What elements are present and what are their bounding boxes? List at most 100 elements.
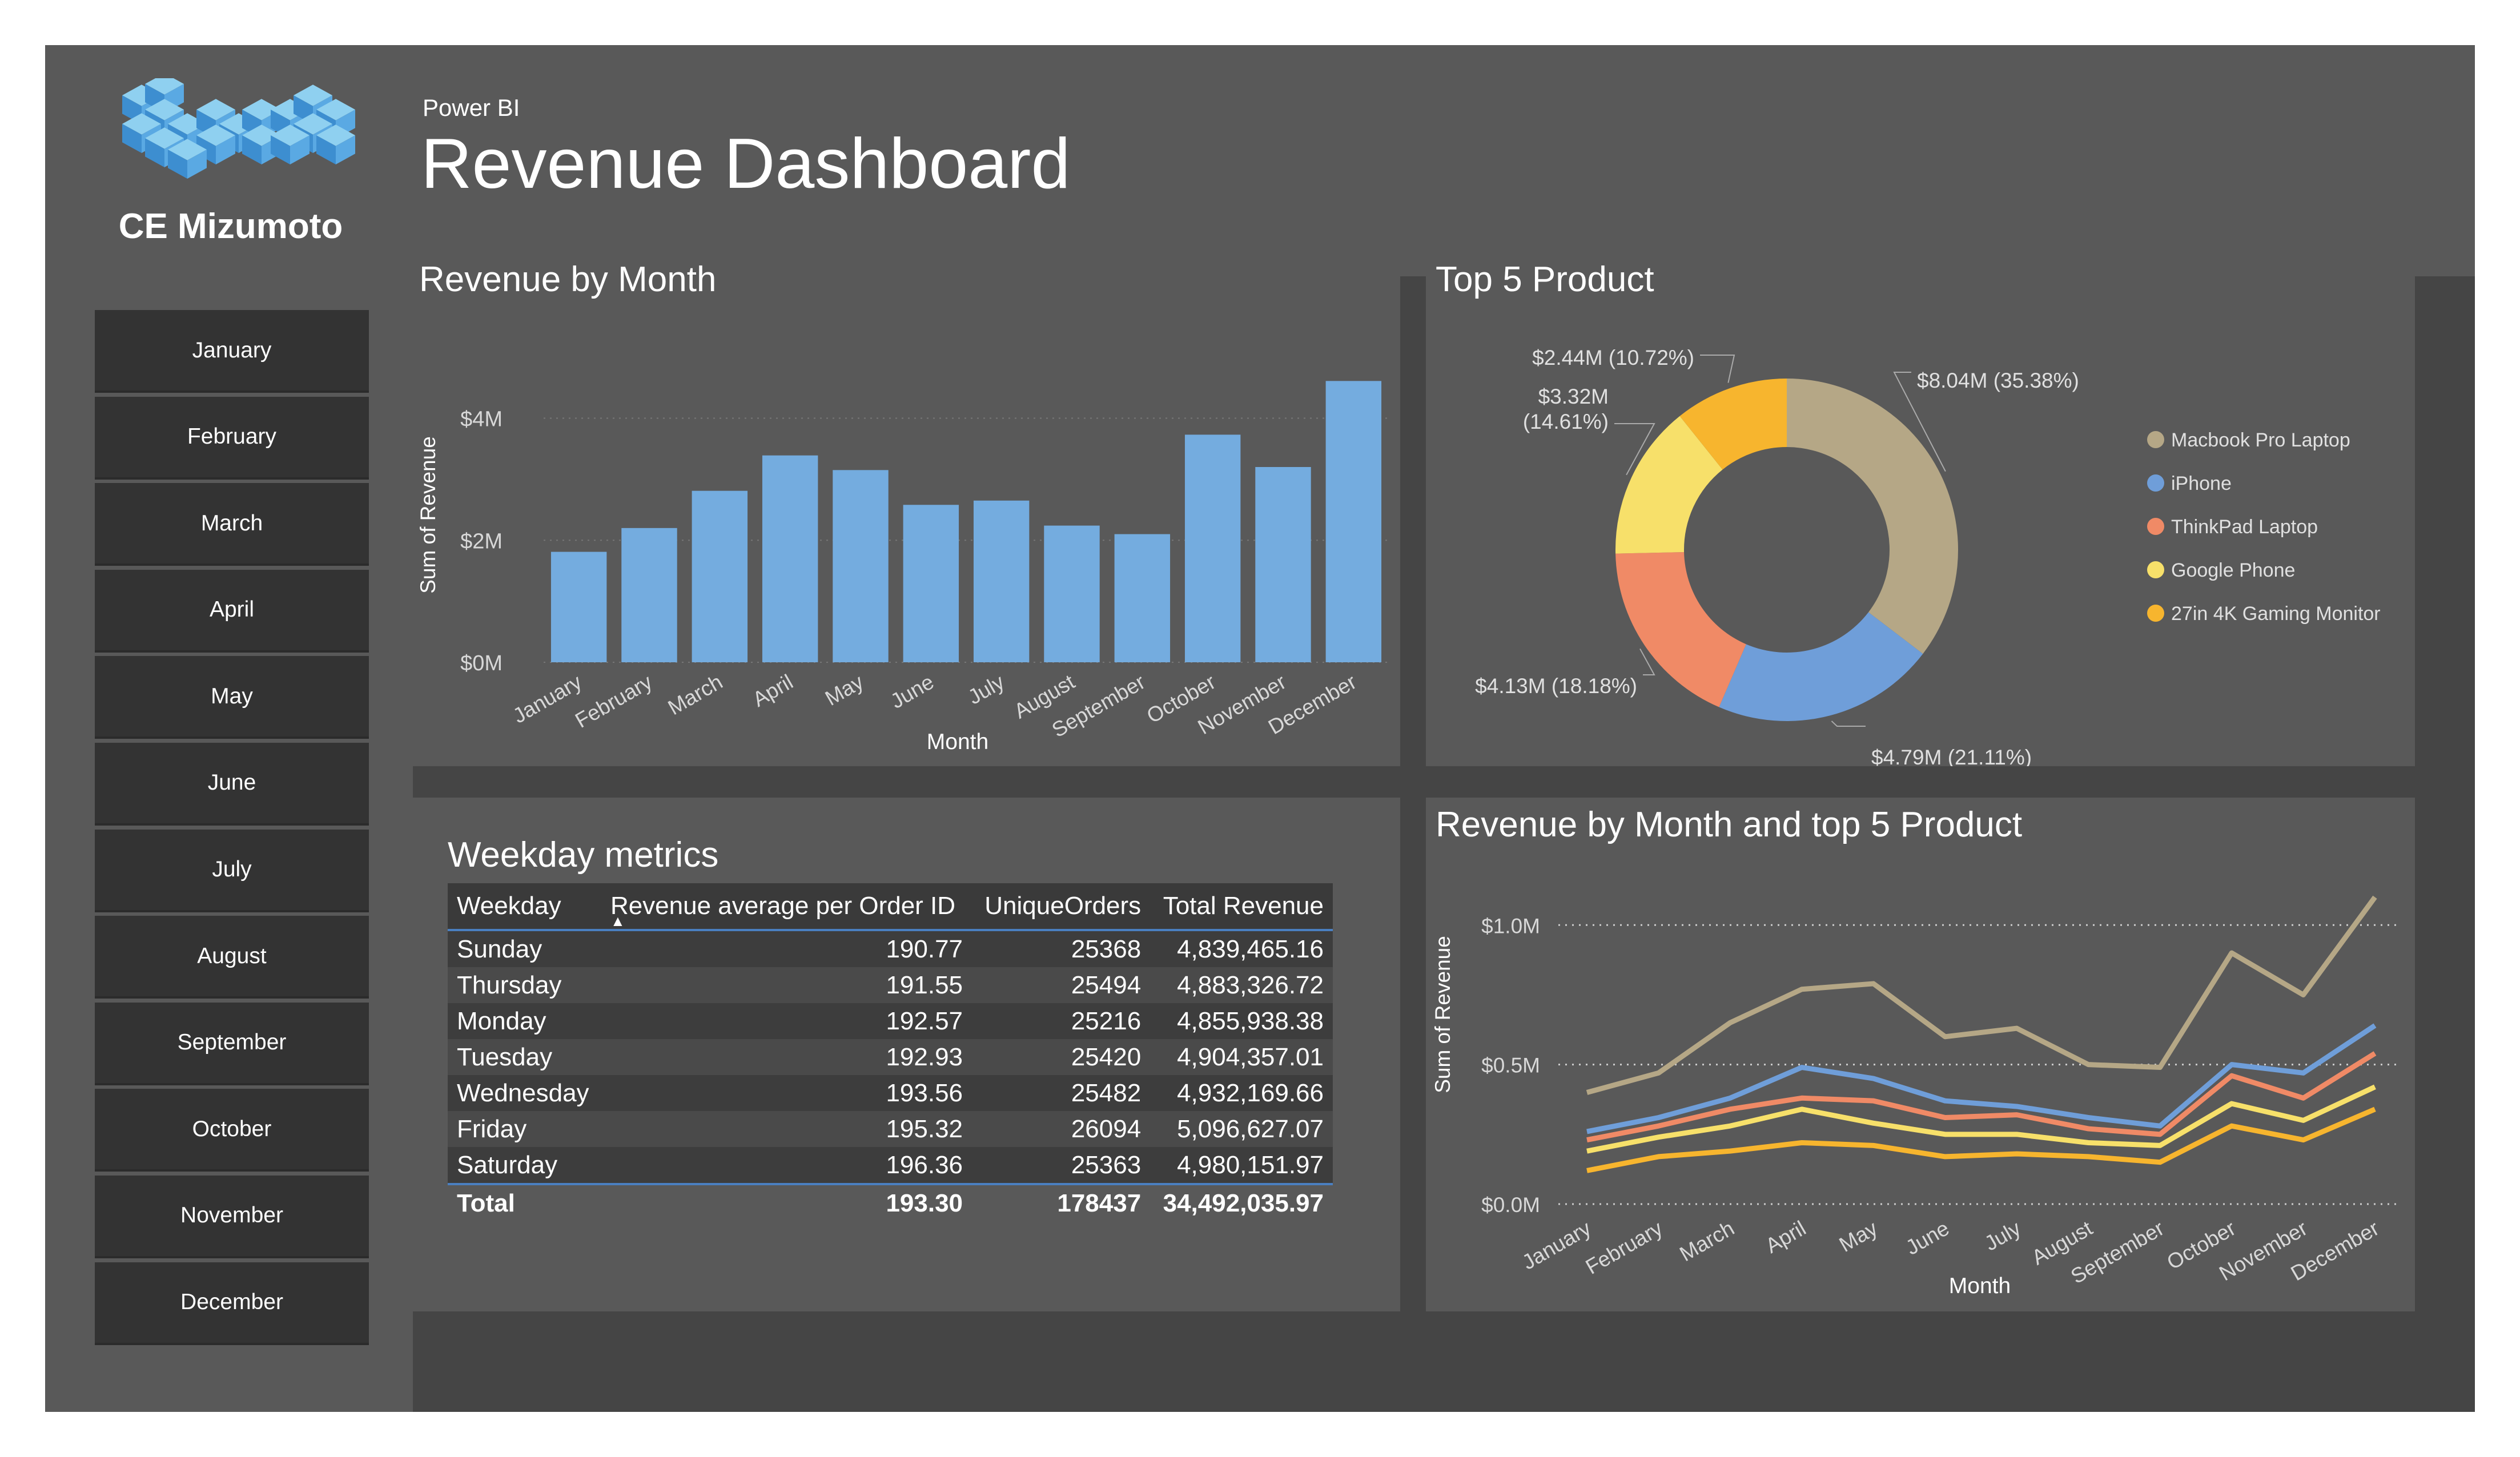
bar[interactable] bbox=[903, 505, 959, 662]
bar[interactable] bbox=[1114, 534, 1171, 662]
legend-marker bbox=[2147, 605, 2164, 622]
bar[interactable] bbox=[762, 455, 818, 662]
x-axis-label: Month bbox=[1949, 1274, 2011, 1298]
cell-weekday: Thursday bbox=[448, 967, 601, 1003]
top5-product-panel[interactable]: Top 5 Product $8.04M (35.38%) Macbook Pro… bbox=[1426, 252, 2415, 766]
x-tick-label: February bbox=[571, 670, 656, 732]
table-total-row: Total 193.30 178437 34,492,035.97 bbox=[448, 1184, 1333, 1221]
series-line[interactable] bbox=[1586, 1084, 2376, 1154]
x-tick-label: April bbox=[749, 670, 797, 711]
slice-label: $3.32M bbox=[1538, 385, 1609, 408]
month-button-march[interactable]: March bbox=[95, 483, 369, 564]
legend-label[interactable]: Macbook Pro Laptop bbox=[2171, 429, 2350, 451]
x-axis-label: Month bbox=[927, 730, 988, 754]
cell-unique-orders: 25368 bbox=[972, 930, 1151, 967]
slice-label: $4.13M (18.18%) bbox=[1475, 674, 1637, 698]
revenue-line-panel[interactable]: Revenue by Month and top 5 Product $0.0M… bbox=[1426, 798, 2415, 1311]
dashboard-title: Revenue Dashboard bbox=[421, 124, 1071, 203]
month-slicer: January February March April May June July Augu… bbox=[95, 310, 369, 1349]
col-unique-orders[interactable]: UniqueOrders bbox=[972, 883, 1151, 930]
bar[interactable] bbox=[1255, 467, 1311, 662]
y-tick-label: $0.0M bbox=[1481, 1193, 1540, 1217]
month-button-february[interactable]: February bbox=[95, 396, 369, 477]
cell-weekday: Tuesday bbox=[448, 1039, 601, 1075]
total-unique-orders: 178437 bbox=[972, 1184, 1151, 1221]
legend-label[interactable]: Google Phone bbox=[2171, 560, 2295, 581]
slice-label: $4.79M (21.11%) bbox=[1871, 746, 2032, 766]
cell-total-revenue: 4,932,169.66 bbox=[1150, 1075, 1333, 1111]
header: Power BI Revenue Dashboard bbox=[413, 45, 2475, 276]
cell-total-revenue: 5,096,627.07 bbox=[1150, 1111, 1333, 1147]
sort-ascending-icon[interactable]: ▲ bbox=[610, 912, 625, 930]
legend-marker bbox=[2147, 518, 2164, 535]
month-button-december[interactable]: December bbox=[95, 1262, 369, 1343]
y-tick-label: $0M bbox=[460, 651, 503, 675]
revenue-by-month-panel[interactable]: Revenue by Month $0M $2M $4M January Februar… bbox=[409, 252, 1400, 766]
left-sidebar: CE Mizumoto January February March April May… bbox=[45, 45, 413, 1412]
col-revenue-avg[interactable]: Revenue average per Order ID ▲ bbox=[601, 883, 972, 930]
cell-total-revenue: 4,883,326.72 bbox=[1150, 967, 1333, 1003]
line-chart: $0.0M $0.5M $1.0M JanuaryFebruary March April… bbox=[1431, 895, 2398, 1298]
leader-line bbox=[1831, 721, 1866, 727]
col-total-revenue[interactable]: Total Revenue bbox=[1150, 883, 1333, 930]
company-logo: CE Mizumoto bbox=[99, 73, 362, 249]
bar-chart: $0M $2M $4M JanuaryFebruary March April May Jun… bbox=[416, 381, 1389, 754]
total-label: Total bbox=[448, 1184, 601, 1221]
month-button-june[interactable]: June bbox=[95, 742, 369, 823]
legend-marker bbox=[2147, 474, 2164, 492]
legend-marker bbox=[2147, 561, 2164, 578]
month-button-july[interactable]: July bbox=[95, 829, 369, 910]
table-row: Monday 192.57 25216 4,855,938.38 bbox=[448, 1003, 1333, 1039]
legend-label[interactable]: iPhone bbox=[2171, 473, 2232, 494]
bar[interactable] bbox=[973, 500, 1030, 662]
bar[interactable] bbox=[1325, 381, 1382, 662]
donut-chart: $8.04M (35.38%) Macbook Pro Laptop $4.79M … bbox=[1475, 346, 2381, 766]
slice-label: $8.04M (35.38%) bbox=[1917, 369, 2079, 392]
table-row: Friday 195.32 26094 5,096,627.07 bbox=[448, 1111, 1333, 1147]
bar[interactable] bbox=[1184, 434, 1241, 662]
cell-unique-orders: 25363 bbox=[972, 1147, 1151, 1184]
bar[interactable] bbox=[692, 490, 748, 662]
month-button-november[interactable]: November bbox=[95, 1175, 369, 1256]
cell-weekday: Sunday bbox=[448, 930, 601, 967]
table-row: Saturday 196.36 25363 4,980,151.97 bbox=[448, 1147, 1333, 1184]
x-tick-label: May bbox=[1835, 1216, 1882, 1257]
x-tick-label: June bbox=[1902, 1216, 1953, 1259]
y-tick-label: $1.0M bbox=[1481, 914, 1540, 937]
x-tick-label: July bbox=[964, 670, 1008, 709]
month-button-september[interactable]: September bbox=[95, 1002, 369, 1083]
bar[interactable] bbox=[833, 470, 889, 662]
month-button-august[interactable]: August bbox=[95, 916, 369, 997]
total-revenue-avg: 193.30 bbox=[601, 1184, 972, 1221]
x-tick-label: January bbox=[509, 670, 586, 728]
legend-label[interactable]: 27in 4K Gaming Monitor bbox=[2171, 603, 2381, 625]
y-tick-label: $2M bbox=[460, 529, 503, 553]
month-button-january[interactable]: January bbox=[95, 310, 369, 391]
cell-total-revenue: 4,855,938.38 bbox=[1150, 1003, 1333, 1039]
weekday-metrics-panel[interactable]: Weekday metrics Weekday Revenue average … bbox=[409, 798, 1400, 1311]
table-row: Tuesday 192.93 25420 4,904,357.01 bbox=[448, 1039, 1333, 1075]
month-button-april[interactable]: April bbox=[95, 569, 369, 650]
x-tick-label: March bbox=[1675, 1216, 1738, 1266]
bar[interactable] bbox=[550, 552, 607, 662]
cell-total-revenue: 4,980,151.97 bbox=[1150, 1147, 1333, 1184]
y-tick-label: $4M bbox=[460, 408, 503, 432]
series-line[interactable] bbox=[1586, 895, 2377, 1095]
col-weekday[interactable]: Weekday bbox=[448, 883, 601, 930]
bar[interactable] bbox=[621, 528, 677, 662]
cell-unique-orders: 26094 bbox=[972, 1111, 1151, 1147]
bar[interactable] bbox=[1044, 525, 1100, 662]
month-button-october[interactable]: October bbox=[95, 1089, 369, 1170]
x-tick-label: January bbox=[1518, 1216, 1595, 1274]
table-row: Wednesday 193.56 25482 4,932,169.66 bbox=[448, 1075, 1333, 1111]
cell-revenue-avg: 190.77 bbox=[601, 930, 972, 967]
table-row: Sunday 190.77 25368 4,839,465.16 bbox=[448, 930, 1333, 967]
app-label: Power BI bbox=[423, 94, 520, 121]
legend-label[interactable]: ThinkPad Laptop bbox=[2171, 516, 2318, 538]
donut-slice[interactable] bbox=[1787, 379, 1958, 654]
cell-revenue-avg: 193.56 bbox=[601, 1075, 972, 1111]
cell-unique-orders: 25420 bbox=[972, 1039, 1151, 1075]
cell-revenue-avg: 192.57 bbox=[601, 1003, 972, 1039]
cell-unique-orders: 25216 bbox=[972, 1003, 1151, 1039]
month-button-may[interactable]: May bbox=[95, 656, 369, 737]
